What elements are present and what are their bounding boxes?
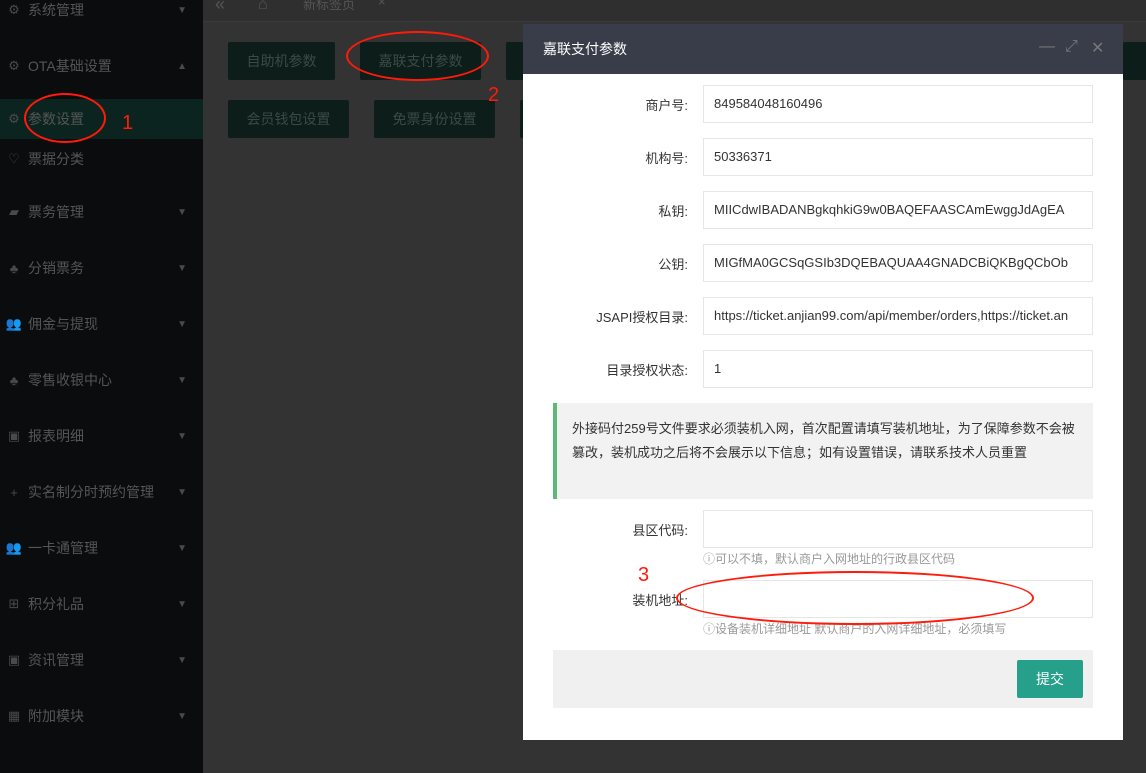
annotation-number: 1 bbox=[122, 112, 134, 134]
chevron-icon: ▼ bbox=[177, 654, 187, 666]
annotation-ellipse bbox=[24, 93, 106, 143]
sidebar-item[interactable]: ⊞ 积分礼品 ▼ bbox=[0, 584, 203, 624]
chevron-icon: ▼ bbox=[177, 710, 187, 722]
form-row: 目录授权状态: 1 bbox=[523, 350, 1123, 388]
field-label: JSAPI授权目录: bbox=[596, 310, 688, 325]
users-icon: 👥 bbox=[5, 540, 23, 555]
field-input[interactable]: MIGfMA0GCSqGSIb3DQEBAQUAA4GNADCBiQKBgQCb… bbox=[703, 244, 1093, 282]
chevron-icon: ▼ bbox=[177, 486, 187, 498]
sidebar-item[interactable]: ▣ 资讯管理 ▼ bbox=[0, 640, 203, 680]
sidebar-item[interactable]: 👥 一卡通管理 ▼ bbox=[0, 528, 203, 568]
close-icon[interactable]: ✕ bbox=[1091, 38, 1104, 58]
chevron-icon: ▼ bbox=[177, 206, 187, 218]
sidebar-item-label: 实名制分时预约管理 bbox=[28, 484, 154, 500]
chevron-icon: ▼ bbox=[177, 262, 187, 274]
tab-bar: « ⌂ 新标签页 × bbox=[203, 0, 1146, 22]
annotation-ellipse bbox=[676, 571, 1034, 625]
chevron-icon: ▼ bbox=[177, 430, 187, 442]
gift-icon: ⊞ bbox=[8, 596, 20, 611]
heart-icon: ♡ bbox=[8, 151, 20, 166]
field-label: 商户号: bbox=[645, 98, 688, 113]
tab-new[interactable]: 新标签页 bbox=[303, 0, 355, 13]
member-wallet-button[interactable]: 会员钱包设置 bbox=[228, 100, 349, 138]
chevron-icon: ▼ bbox=[177, 318, 187, 330]
page-button[interactable] bbox=[1123, 42, 1146, 80]
sidebar-item[interactable]: ▣ 报表明细 ▼ bbox=[0, 416, 203, 456]
sidebar-item[interactable]: ⚙ OTA基础设置 ▲ bbox=[0, 46, 203, 86]
gear-icon: ⚙ bbox=[8, 2, 20, 17]
module-icon: ▦ bbox=[7, 708, 21, 723]
distribute-icon: ♣ bbox=[9, 260, 19, 276]
jialian-pay-modal: 嘉联支付参数 — ⤢ ✕ 商户号: 849584048160496 机构号: 5033… bbox=[523, 24, 1123, 740]
notice-box: 外接码付259号文件要求必须装机入网，首次配置请填写装机地址，为了保障参数不会被… bbox=[553, 403, 1093, 499]
field-input[interactable]: 50336371 bbox=[703, 138, 1093, 176]
free-ticket-identity-button[interactable]: 免票身份设置 bbox=[374, 100, 495, 138]
plus-icon: + bbox=[10, 484, 18, 500]
sidebar-item-label: 积分礼品 bbox=[28, 596, 84, 612]
chevron-icon: ▼ bbox=[177, 542, 187, 554]
sidebar-item-label: 票务管理 bbox=[28, 204, 84, 220]
modal-header: 嘉联支付参数 — ⤢ ✕ bbox=[523, 24, 1123, 74]
modal-footer: 提交 bbox=[553, 650, 1093, 708]
form-row: 机构号: 50336371 bbox=[523, 138, 1123, 176]
field-label: 私钥: bbox=[658, 204, 688, 219]
maximize-icon[interactable]: ⤢ bbox=[1065, 38, 1078, 56]
modal-title: 嘉联支付参数 bbox=[543, 41, 627, 57]
form-row: 私钥: MIICdwIBADANBgkqhkiG9w0BAQEFAASCAmEwg… bbox=[523, 191, 1123, 229]
field-input[interactable]: 1 bbox=[703, 350, 1093, 388]
form-row: 商户号: 849584048160496 bbox=[523, 85, 1123, 123]
minimize-icon[interactable]: — bbox=[1039, 38, 1055, 56]
sidebar-item-label: OTA基础设置 bbox=[28, 58, 112, 74]
sidebar-item[interactable]: ▰ 票务管理 ▼ bbox=[0, 192, 203, 232]
submit-button[interactable]: 提交 bbox=[1017, 660, 1083, 698]
collapse-icon[interactable]: « bbox=[215, 0, 225, 15]
county-code-label: 县区代码: bbox=[632, 523, 688, 538]
sidebar-item-label: 零售收银中心 bbox=[28, 372, 112, 388]
field-input[interactable]: 849584048160496 bbox=[703, 85, 1093, 123]
chevron-icon: ▲ bbox=[177, 60, 187, 72]
sidebar-item-label: 分销票务 bbox=[28, 260, 84, 276]
sidebar-item-label: 系统管理 bbox=[28, 2, 84, 18]
sidebar-item[interactable]: + 实名制分时预约管理 ▼ bbox=[0, 472, 203, 512]
users-icon: 👥 bbox=[5, 316, 23, 331]
home-icon[interactable]: ⌂ bbox=[258, 0, 268, 14]
sidebar-item[interactable]: ♣ 零售收银中心 ▼ bbox=[0, 360, 203, 400]
report-icon: ▣ bbox=[7, 428, 21, 443]
sidebar-item[interactable]: ♣ 分销票务 ▼ bbox=[0, 248, 203, 288]
sidebar-item-label: 票据分类 bbox=[28, 151, 84, 167]
sidebar-item-label: 佣金与提现 bbox=[28, 316, 98, 332]
sidebar-item[interactable]: ⚙ 系统管理 ▼ bbox=[0, 0, 203, 30]
sidebar-item[interactable]: ▦ 附加模块 ▼ bbox=[0, 696, 203, 736]
county-code-row: 县区代码: bbox=[523, 510, 1123, 548]
chevron-icon: ▼ bbox=[177, 598, 187, 610]
field-input[interactable]: https://ticket.anjian99.com/api/member/o… bbox=[703, 297, 1093, 335]
field-label: 机构号: bbox=[645, 151, 688, 166]
gear-icon: ⚙ bbox=[8, 58, 20, 73]
annotation-number: 2 bbox=[488, 84, 500, 106]
sidebar-item-label: 一卡通管理 bbox=[28, 540, 98, 556]
field-input[interactable]: MIICdwIBADANBgkqhkiG9w0BAQEFAASCAmEwggJd… bbox=[703, 191, 1093, 229]
chevron-icon: ▼ bbox=[177, 374, 187, 386]
sidebar-item-label: 资讯管理 bbox=[28, 652, 84, 668]
county-code-input[interactable] bbox=[703, 510, 1093, 548]
ticket-icon: ▰ bbox=[9, 204, 19, 219]
county-code-hint: ⓘ可以不填，默认商户入网地址的行政县区代码 bbox=[703, 552, 956, 566]
annotation-number: 3 bbox=[638, 564, 650, 586]
news-icon: ▣ bbox=[7, 652, 21, 667]
annotation-ellipse bbox=[346, 31, 489, 81]
form-row: 公钥: MIGfMA0GCSqGSIb3DQEBAQUAA4GNADCBiQKBg… bbox=[523, 244, 1123, 282]
field-label: 公钥: bbox=[658, 257, 688, 272]
self-service-params-button[interactable]: 自助机参数 bbox=[228, 42, 335, 80]
cashier-icon: ♣ bbox=[9, 372, 19, 388]
form-row: JSAPI授权目录: https://ticket.anjian99.com/ap… bbox=[523, 297, 1123, 335]
sidebar-item-label: 附加模块 bbox=[28, 708, 84, 724]
field-label: 目录授权状态: bbox=[606, 363, 688, 378]
sidebar-item[interactable]: 👥 佣金与提现 ▼ bbox=[0, 304, 203, 344]
sidebar-item[interactable]: ♡ 票据分类 bbox=[0, 139, 203, 179]
chevron-icon: ▼ bbox=[177, 4, 187, 16]
sidebar-item-label: 报表明细 bbox=[28, 428, 84, 444]
tab-close-icon[interactable]: × bbox=[378, 0, 386, 9]
